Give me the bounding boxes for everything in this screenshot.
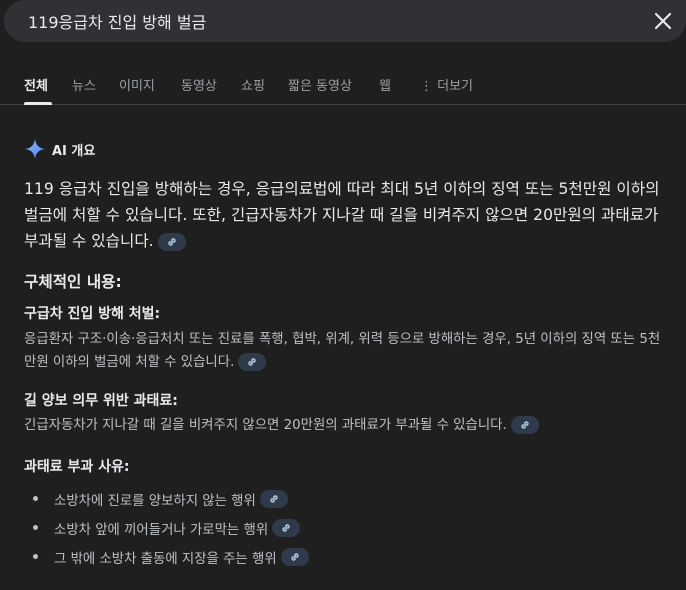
tab-web[interactable]: 웹	[379, 75, 391, 94]
section-title-ambulance-penalty: 구급차 진입 방해 처벌:	[24, 306, 161, 322]
section-title-yield-violation: 길 양보 의무 위반 과태료:	[24, 393, 178, 409]
tab-images[interactable]: 이미지	[119, 75, 155, 94]
link-icon	[248, 358, 256, 366]
link-icon	[282, 523, 290, 532]
fine-reasons-list: 소방차에 진로를 양보하지 않는 행위 소방차 앞에 끼어들거나 가로막는 행위…	[24, 484, 664, 571]
search-tabs: 전체 뉴스 이미지 동영상 쇼핑 짧은 동영상 웹 ⋮ 더보기	[0, 62, 686, 105]
tab-all[interactable]: 전체	[24, 75, 48, 94]
source-link-chip[interactable]	[238, 353, 267, 371]
ai-overview-title: AI 개요	[52, 143, 96, 159]
tab-news[interactable]: 뉴스	[72, 75, 96, 94]
list-item: 소방차에 진로를 양보하지 않는 행위	[24, 484, 664, 513]
list-item: 소방차 앞에 끼어들거나 가로막는 행위	[24, 513, 664, 542]
ai-summary: 119 응급차 진입을 방해하는 경우, 응급의료법에 따라 최대 5년 이하의…	[24, 176, 664, 254]
details-heading: 구체적인 내용:	[24, 273, 122, 291]
source-link-chip[interactable]	[510, 416, 539, 434]
tab-more[interactable]: ⋮ 더보기	[420, 75, 473, 94]
ai-summary-text: 119 응급차 진입을 방해하는 경우, 응급의료법에 따라 최대 5년 이하의…	[24, 180, 660, 250]
source-link-chip[interactable]	[157, 232, 186, 251]
tab-videos[interactable]: 동영상	[181, 75, 217, 94]
link-icon	[167, 237, 176, 246]
tab-short-videos[interactable]: 짧은 동영상	[288, 75, 352, 94]
search-query[interactable]: 119응급차 진입 방해 벌금	[28, 9, 206, 33]
section-title-fine-reasons: 과태료 부과 사유:	[24, 459, 130, 475]
list-item-text: 소방차에 진로를 양보하지 않는 행위	[54, 493, 256, 509]
list-item: 그 밖에 소방차 출동에 지장을 주는 행위	[24, 542, 664, 571]
section-text-yield-violation: 긴급자동차가 지나갈 때 길을 비켜주지 않으면 20만원의 과태료가 부과될 …	[24, 414, 664, 437]
search-bar[interactable]: 119응급차 진입 방해 벌금	[4, 0, 686, 42]
bullet-dot	[33, 525, 38, 530]
section-text-ambulance-penalty: 응급환자 구조·이송·응급처치 또는 진료를 폭행, 협박, 위계, 위력 등으…	[24, 328, 664, 374]
list-item-text: 그 밖에 소방차 출동에 지장을 주는 행위	[54, 551, 277, 567]
link-icon	[270, 494, 278, 503]
link-icon	[291, 552, 299, 561]
link-icon	[521, 421, 529, 429]
bullet-dot	[33, 496, 38, 501]
close-button[interactable]	[648, 6, 678, 36]
source-link-chip[interactable]	[280, 547, 309, 566]
active-tab-indicator	[24, 102, 52, 105]
list-item-text: 소방차 앞에 끼어들거나 가로막는 행위	[54, 522, 269, 538]
section-text: 응급환자 구조·이송·응급처치 또는 진료를 폭행, 협박, 위계, 위력 등으…	[24, 332, 661, 370]
section-text: 긴급자동차가 지나갈 때 길을 비켜주지 않으면 20만원의 과태료가 부과될 …	[24, 418, 507, 433]
close-icon	[654, 12, 672, 30]
source-link-chip[interactable]	[259, 489, 288, 508]
ai-overview-header: AI 개요	[24, 137, 95, 161]
bullet-dot	[33, 554, 38, 559]
tab-shopping[interactable]: 쇼핑	[241, 75, 265, 94]
source-link-chip[interactable]	[272, 518, 301, 537]
sparkle-icon	[25, 139, 45, 159]
